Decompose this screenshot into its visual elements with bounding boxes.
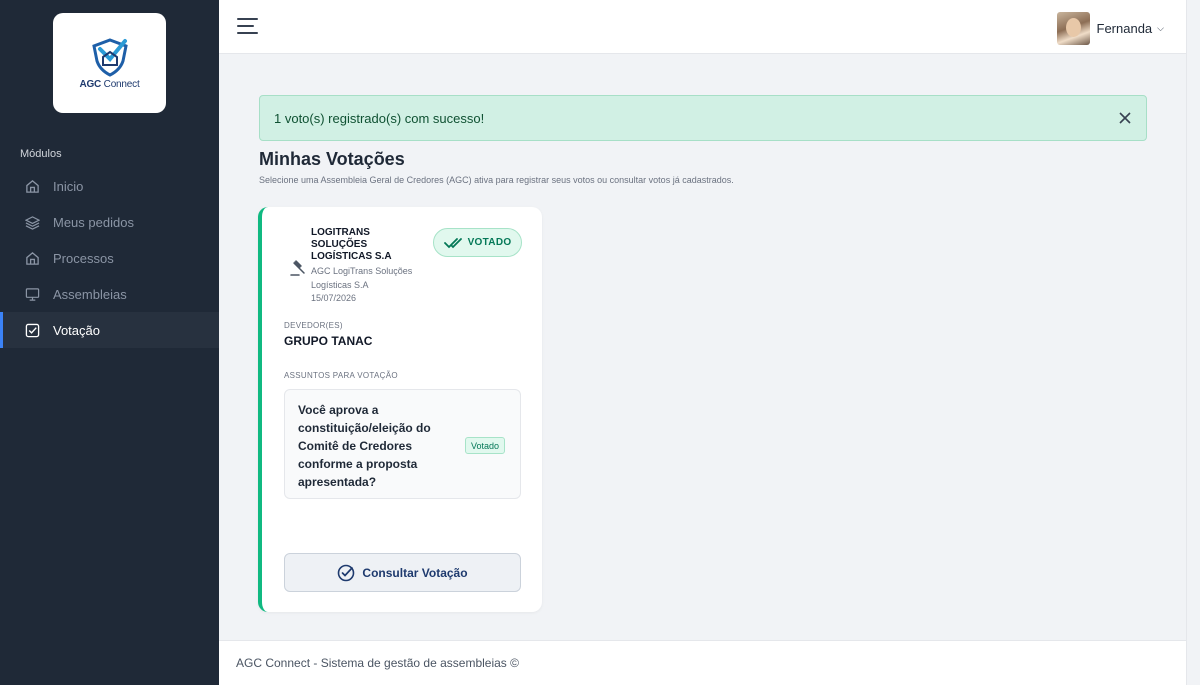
status-badge-label: VOTADO [467, 237, 512, 248]
gavel-icon [289, 259, 307, 277]
avatar [1056, 12, 1090, 45]
sidebar-item-label: Votação [53, 322, 100, 338]
logo-text: AGC Connect [79, 79, 139, 90]
monitor-icon [24, 286, 40, 302]
page-title: Minhas Votações [259, 149, 405, 169]
sidebar-item-processos[interactable]: Processos [0, 240, 219, 276]
sidebar-item-votacao[interactable]: Votação [0, 312, 219, 348]
topbar: Fernanda ⌵ [219, 0, 1186, 54]
sidebar-item-assembleias[interactable]: Assembleias [0, 276, 219, 312]
sidebar-item-label: Inicio [53, 178, 84, 194]
assembly-name: AGC LogiTrans Soluções Logísticas S.A [311, 266, 413, 290]
topic-question: Você aprova a constituição/eleição do Co… [298, 403, 431, 489]
topic-item: Você aprova a constituição/eleição do Co… [284, 389, 521, 499]
alert-message: 1 voto(s) registrado(s) com sucesso! [274, 110, 485, 126]
menu-toggle-icon[interactable] [237, 18, 258, 35]
consult-vote-button[interactable]: Consultar Votação [284, 553, 521, 592]
sidebar-item-label: Assembleias [53, 286, 127, 302]
assembly-date: 15/07/2026 [311, 293, 357, 303]
sidebar-nav: Inicio Meus pedidos Processos Assembleia… [0, 168, 219, 348]
footer: AGC Connect - Sistema de gestão de assem… [219, 640, 1186, 685]
scrollbar[interactable] [1186, 0, 1200, 685]
debtor-label: DEVEDOR(ES) [284, 321, 343, 330]
close-icon[interactable] [1117, 110, 1133, 126]
footer-text: AGC Connect - Sistema de gestão de assem… [236, 656, 519, 670]
topics-label: ASSUNTOS PARA VOTAÇÃO [284, 371, 398, 380]
topic-status-badge: Votado [465, 437, 506, 454]
sidebar: AGC Connect Módulos Inicio Meus pedidos … [0, 0, 219, 685]
sidebar-item-label: Meus pedidos [53, 214, 134, 230]
check-circle-icon [338, 564, 355, 581]
user-menu[interactable]: Fernanda ⌵ [1056, 12, 1164, 45]
status-badge: VOTADO [433, 228, 522, 257]
app-logo[interactable]: AGC Connect [53, 13, 166, 113]
modules-section-title: Módulos [20, 148, 62, 160]
sidebar-item-inicio[interactable]: Inicio [0, 168, 219, 204]
company-name: LOGITRANS SOLUÇÕES LOGÍSTICAS S.A [311, 227, 392, 262]
page-subtitle: Selecione uma Assembleia Geral de Credor… [259, 175, 734, 185]
home-icon [24, 250, 40, 266]
user-name: Fernanda [1096, 21, 1153, 36]
consult-vote-label: Consultar Votação [362, 565, 468, 580]
success-alert: 1 voto(s) registrado(s) com sucesso! [259, 95, 1147, 141]
double-check-icon [443, 237, 462, 248]
sidebar-item-label: Processos [53, 250, 114, 266]
home-icon [24, 178, 40, 194]
shield-check-logo-icon [91, 37, 128, 77]
layers-icon [24, 214, 40, 230]
voting-card: LOGITRANS SOLUÇÕES LOGÍSTICAS S.A AGC Lo… [258, 207, 542, 612]
logo-suffix: Connect [103, 78, 140, 90]
chevron-down-icon: ⌵ [1157, 23, 1164, 33]
logo-brand: AGC [79, 78, 102, 90]
checkbox-icon [24, 322, 40, 338]
debtor-name: GRUPO TANAC [284, 334, 373, 348]
sidebar-item-meus-pedidos[interactable]: Meus pedidos [0, 204, 219, 240]
